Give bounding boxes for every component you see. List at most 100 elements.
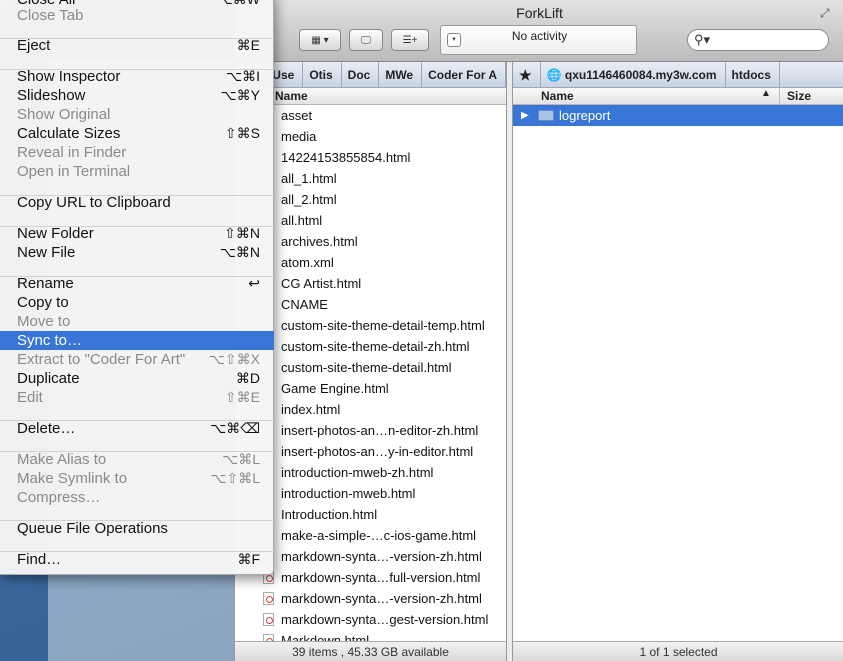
name-column-header[interactable]: Name — [541, 89, 574, 103]
file-row[interactable]: CG Artist.html — [235, 273, 506, 294]
file-row[interactable]: 14224153855854.html — [235, 147, 506, 168]
file-row[interactable]: Game Engine.html — [235, 378, 506, 399]
menu-item-close-tab[interactable]: Close Tab — [0, 6, 274, 25]
menu-separator — [0, 38, 274, 39]
file-row[interactable]: Introduction.html — [235, 504, 506, 525]
file-row[interactable]: all.html — [235, 210, 506, 231]
size-column-header[interactable]: Size — [787, 89, 811, 103]
file-row[interactable]: insert-photos-an…n-editor-zh.html — [235, 420, 506, 441]
menu-item-make-alias-to[interactable]: Make Alias to ⌥⌘L — [0, 450, 274, 469]
file-name: archives.html — [281, 234, 358, 249]
menu-item-reveal-in-finder[interactable]: Reveal in Finder — [0, 143, 274, 162]
connect-button[interactable]: 🖵 — [349, 29, 383, 51]
queue-button[interactable]: ☰+ — [391, 29, 429, 51]
right-column-header[interactable]: Name ▲ Size — [513, 88, 843, 105]
menu-item-label: Move to — [17, 313, 71, 330]
menu-item-sync-to[interactable]: Sync to… — [0, 331, 274, 350]
list-item-selected[interactable]: ▶ logreport — [513, 105, 843, 126]
file-row[interactable]: all_1.html — [235, 168, 506, 189]
file-row[interactable]: asset — [235, 105, 506, 126]
menu-item-duplicate[interactable]: Duplicate ⌘D — [0, 369, 274, 388]
menu-item-label: Slideshow — [17, 87, 86, 104]
menu-item-label: Calculate Sizes — [17, 125, 121, 142]
menu-separator — [0, 226, 274, 227]
menu-item-find[interactable]: Find… ⌘F — [0, 550, 274, 569]
menu-separator — [0, 195, 274, 196]
menu-separator — [0, 420, 274, 421]
file-row[interactable]: markdown-synta…-version-zh.html — [235, 588, 506, 609]
menu-item-edit[interactable]: Edit ⇧⌘E — [0, 388, 274, 407]
menu-item-label: Edit — [17, 389, 43, 406]
left-status-bar: 39 items , 45.33 GB available — [235, 641, 506, 661]
menu-item-move-to[interactable]: Move to — [0, 312, 274, 331]
menu-separator — [0, 69, 274, 70]
right-file-pane: ★ 🌐 qxu1146460084.my3w.com htdocs Name ▲… — [512, 62, 843, 661]
left-file-list: asset media 14224153855854.html all_1.html a… — [235, 105, 506, 651]
file-row[interactable]: insert-photos-an…y-in-editor.html — [235, 441, 506, 462]
file-row[interactable]: markdown-synta…gest-version.html — [235, 609, 506, 630]
file-name: markdown-synta…-version-zh.html — [281, 549, 482, 564]
menu-item-shortcut: ⌥⌘L — [222, 451, 260, 467]
menu-item-make-symlink-to[interactable]: Make Symlink to ⌥⇧⌘L — [0, 469, 274, 488]
file-name: CNAME — [281, 297, 328, 312]
file-row[interactable]: CNAME — [235, 294, 506, 315]
file-row[interactable]: custom-site-theme-detail.html — [235, 357, 506, 378]
file-name: CG Artist.html — [281, 276, 362, 291]
menu-item-extract-to-coder-for-art[interactable]: Extract to "Coder For Art" ⌥⇧⌘X — [0, 350, 274, 369]
file-row[interactable]: index.html — [235, 399, 506, 420]
fullscreen-icon[interactable]: ⤢ — [820, 6, 834, 20]
left-column-header[interactable]: Name — [235, 88, 506, 105]
name-column-header[interactable]: Name — [275, 89, 308, 103]
breadcrumb-item[interactable]: Coder For A — [422, 62, 506, 87]
menu-item-shortcut: ⌥⇧⌘L — [210, 470, 260, 486]
menu-item-queue-file-operations[interactable]: Queue File Operations — [0, 519, 274, 538]
menu-item-compress[interactable]: Compress… — [0, 488, 274, 507]
file-row[interactable]: introduction-mweb.html — [235, 483, 506, 504]
menu-item-label: Delete… — [17, 420, 76, 437]
activity-panel: ▾ No activity — [440, 25, 637, 55]
view-mode-button[interactable]: ▦ ▾ — [299, 29, 341, 51]
menu-item-label: Sync to… — [17, 332, 83, 349]
breadcrumb-item[interactable]: MWe — [379, 62, 423, 87]
menu-separator — [0, 551, 274, 552]
file-row[interactable]: introduction-mweb-zh.html — [235, 462, 506, 483]
left-path-bar: Use Otis Doc MWe Coder For A — [235, 62, 506, 88]
menu-item-calculate-sizes[interactable]: Calculate Sizes ⇧⌘S — [0, 124, 274, 143]
search-input[interactable]: ⚲▾ — [687, 29, 829, 51]
grid-view-icon: ▦ ▾ — [311, 34, 329, 46]
file-name: Game Engine.html — [281, 381, 389, 396]
file-row[interactable]: markdown-synta…full-version.html — [235, 567, 506, 588]
menu-item-show-original[interactable]: Show Original — [0, 105, 274, 124]
right-path-bar: ★ 🌐 qxu1146460084.my3w.com htdocs — [513, 62, 843, 88]
toolbar: ForkLift ⤢ ▦ ▾ 🖵 ☰+ ▾ No activity ⚲▾ — [235, 0, 843, 62]
breadcrumb-folder[interactable]: htdocs — [726, 62, 780, 87]
menu-item-shortcut: ⇧⌘E — [224, 389, 260, 405]
file-name: asset — [281, 108, 313, 123]
disclosure-triangle-icon[interactable]: ▶ — [521, 105, 529, 126]
breadcrumb-item[interactable]: Otis — [303, 62, 342, 87]
file-row[interactable]: custom-site-theme-detail-zh.html — [235, 336, 506, 357]
file-name: introduction-mweb.html — [281, 486, 416, 501]
file-row[interactable]: atom.xml — [235, 252, 506, 273]
menu-item-label: Make Symlink to — [17, 470, 128, 487]
menu-item-slideshow[interactable]: Slideshow ⌥⌘Y — [0, 86, 274, 105]
breadcrumb-host[interactable]: 🌐 qxu1146460084.my3w.com — [541, 62, 726, 87]
breadcrumb-item[interactable]: Doc — [342, 62, 380, 87]
file-name: insert-photos-an…n-editor-zh.html — [281, 423, 479, 438]
file-row[interactable]: make-a-simple-…c-ios-game.html — [235, 525, 506, 546]
menu-item-label: Make Alias to — [17, 451, 107, 468]
favorites-star-icon[interactable]: ★ — [513, 62, 541, 87]
file-row[interactable]: media — [235, 126, 506, 147]
file-name: media — [281, 129, 317, 144]
menu-item-label: Open in Terminal — [17, 163, 131, 180]
menu-item-open-in-terminal[interactable]: Open in Terminal — [0, 162, 274, 181]
menu-item-delete[interactable]: Delete… ⌥⌘⌫ — [0, 419, 274, 438]
menu-item-label: Show Original — [17, 106, 111, 123]
menu-item-copy-to[interactable]: Copy to — [0, 293, 274, 312]
file-row[interactable]: custom-site-theme-detail-temp.html — [235, 315, 506, 336]
menu-item-label: New File — [17, 244, 76, 261]
file-row[interactable]: all_2.html — [235, 189, 506, 210]
menu-item-new-file[interactable]: New File ⌥⌘N — [0, 243, 274, 262]
file-row[interactable]: archives.html — [235, 231, 506, 252]
file-row[interactable]: markdown-synta…-version-zh.html — [235, 546, 506, 567]
